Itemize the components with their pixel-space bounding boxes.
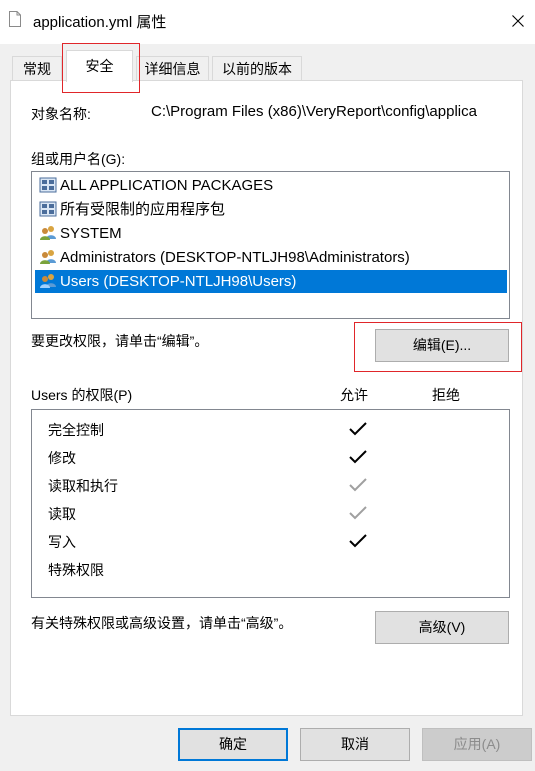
list-item-label: SYSTEM [60, 225, 122, 242]
list-item[interactable]: 所有受限制的应用程序包 [35, 198, 507, 221]
permission-name: 读取 [48, 506, 76, 522]
permission-name: 特殊权限 [48, 562, 104, 578]
tab-previous-versions[interactable]: 以前的版本 [212, 56, 302, 82]
edit-button[interactable]: 编辑(E)... [375, 329, 509, 362]
users-group-icon [39, 273, 57, 289]
list-item-label: 所有受限制的应用程序包 [60, 201, 226, 218]
check-icon [349, 422, 367, 436]
check-icon [349, 534, 367, 548]
permission-name: 完全控制 [48, 422, 104, 438]
tab-general[interactable]: 常规 [12, 56, 62, 82]
list-item-label: ALL APPLICATION PACKAGES [60, 177, 274, 194]
group-user-list[interactable]: ALL APPLICATION PACKAGES 所有受限制的应用程序包 SYS… [31, 171, 510, 319]
deny-header: 拒绝 [432, 387, 460, 403]
list-item[interactable]: SYSTEM [35, 222, 507, 245]
list-item-selected[interactable]: Users (DESKTOP-NTLJH98\Users) [35, 270, 507, 293]
permission-name: 写入 [48, 534, 76, 550]
permission-name: 读取和执行 [48, 478, 118, 494]
tab-security[interactable]: 安全 [66, 50, 133, 82]
permissions-list[interactable]: 完全控制 修改 读取和执行 读取 写入 特殊权限 [31, 409, 510, 598]
advanced-button[interactable]: 高级(V) [375, 611, 509, 644]
close-icon [512, 15, 524, 27]
list-item-label: Administrators (DESKTOP-NTLJH98\Administ… [60, 249, 410, 266]
check-icon [349, 506, 367, 520]
edit-hint: 要更改权限，请单击“编辑”。 [31, 333, 209, 349]
users-group-icon [39, 249, 57, 265]
app-package-icon [39, 201, 57, 217]
list-item[interactable]: ALL APPLICATION PACKAGES [35, 174, 507, 197]
check-icon [349, 478, 367, 492]
title-bar: application.yml 属性 [0, 0, 535, 44]
advanced-hint: 有关特殊权限或高级设置，请单击“高级”。 [31, 615, 293, 631]
object-name-value: C:\Program Files (x86)\VeryReport\config… [151, 103, 477, 120]
app-package-icon [39, 177, 57, 193]
cancel-button[interactable]: 取消 [300, 728, 410, 761]
users-group-icon [39, 225, 57, 241]
close-button[interactable] [500, 6, 534, 36]
apply-button[interactable]: 应用(A) [422, 728, 532, 761]
permissions-title: Users 的权限(P) [31, 387, 133, 403]
allow-header: 允许 [340, 387, 368, 403]
groups-label: 组或用户名(G): [31, 151, 126, 167]
file-icon [9, 11, 21, 27]
list-item-label: Users (DESKTOP-NTLJH98\Users) [60, 273, 297, 290]
permission-name: 修改 [48, 450, 76, 466]
check-icon [349, 450, 367, 464]
list-item[interactable]: Administrators (DESKTOP-NTLJH98\Administ… [35, 246, 507, 269]
tab-details[interactable]: 详细信息 [136, 56, 209, 82]
ok-button[interactable]: 确定 [178, 728, 288, 761]
object-name-label: 对象名称: [31, 106, 91, 122]
window-title: application.yml 属性 [33, 14, 167, 31]
